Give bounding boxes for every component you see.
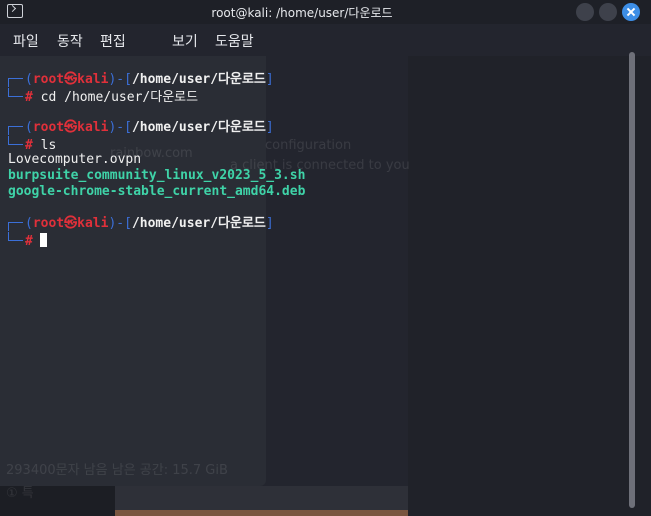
command-text: cd /home/user/다운로드: [40, 90, 199, 105]
scrollbar[interactable]: [627, 52, 637, 508]
title-bar[interactable]: root@kali: /home/user/다운로드: [0, 0, 651, 24]
prompt-host: kali: [77, 216, 109, 231]
prompt-corner-bottom-icon: [8, 88, 23, 97]
window-title: root@kali: /home/user/다운로드: [211, 6, 393, 20]
terminal-output[interactable]: (root㉿kali)-[/home/user/다운로드] # cd /home…: [0, 56, 620, 511]
command-text: ls: [40, 138, 57, 153]
prompt-symbol: #: [25, 138, 33, 153]
prompt-symbol: #: [25, 90, 33, 105]
prompt-host: kali: [77, 120, 109, 135]
prompt-command-line[interactable]: #: [8, 232, 47, 249]
prompt-separator: ㉿: [64, 72, 78, 87]
maximize-button[interactable]: [599, 3, 617, 21]
menu-help[interactable]: 도움말: [215, 31, 254, 51]
text-cursor: [39, 233, 47, 247]
file-entry-executable: google-chrome-stable_current_amd64.deb: [8, 184, 306, 199]
prompt-header: (root㉿kali)-[/home/user/다운로드]: [8, 216, 274, 232]
menu-view[interactable]: 보기: [172, 31, 198, 51]
prompt-path: /home/user/다운로드: [131, 216, 266, 231]
prompt-header: (root㉿kali)-[/home/user/다운로드]: [8, 72, 274, 88]
prompt-path: /home/user/다운로드: [131, 72, 266, 87]
prompt-user: root: [32, 72, 65, 87]
prompt-host: kali: [77, 72, 109, 87]
menu-action[interactable]: 동작: [57, 31, 83, 51]
prompt-user: root: [32, 216, 65, 231]
prompt-corner-bottom-icon: [8, 232, 23, 241]
file-entry: Lovecomputer.ovpn: [8, 152, 142, 167]
prompt-corner-top-icon: [8, 222, 23, 231]
prompt-corner-top-icon: [8, 126, 23, 135]
prompt-command-line: # cd /home/user/다운로드: [8, 88, 199, 105]
prompt-command-line: # ls: [8, 136, 57, 153]
prompt-user: root: [32, 120, 65, 135]
scrollbar-thumb[interactable]: [629, 52, 635, 508]
prompt-header: (root㉿kali)-[/home/user/다운로드]: [8, 120, 274, 136]
menu-file[interactable]: 파일: [13, 31, 39, 51]
close-button[interactable]: [622, 3, 640, 21]
menu-edit[interactable]: 편집: [100, 31, 126, 51]
terminal-window: configuration a client is connected to y…: [0, 0, 651, 516]
prompt-path: /home/user/다운로드: [131, 120, 266, 135]
prompt-corner-bottom-icon: [8, 136, 23, 145]
minimize-button[interactable]: [576, 3, 594, 21]
prompt-separator: ㉿: [64, 120, 78, 135]
prompt-separator: ㉿: [64, 216, 78, 231]
prompt-symbol: #: [25, 234, 33, 249]
prompt-corner-top-icon: [8, 78, 23, 87]
file-entry-executable: burpsuite_community_linux_v2023_5_3.sh: [8, 168, 306, 183]
menu-bar: 파일 동작 편집 보기 도움말: [0, 24, 651, 56]
